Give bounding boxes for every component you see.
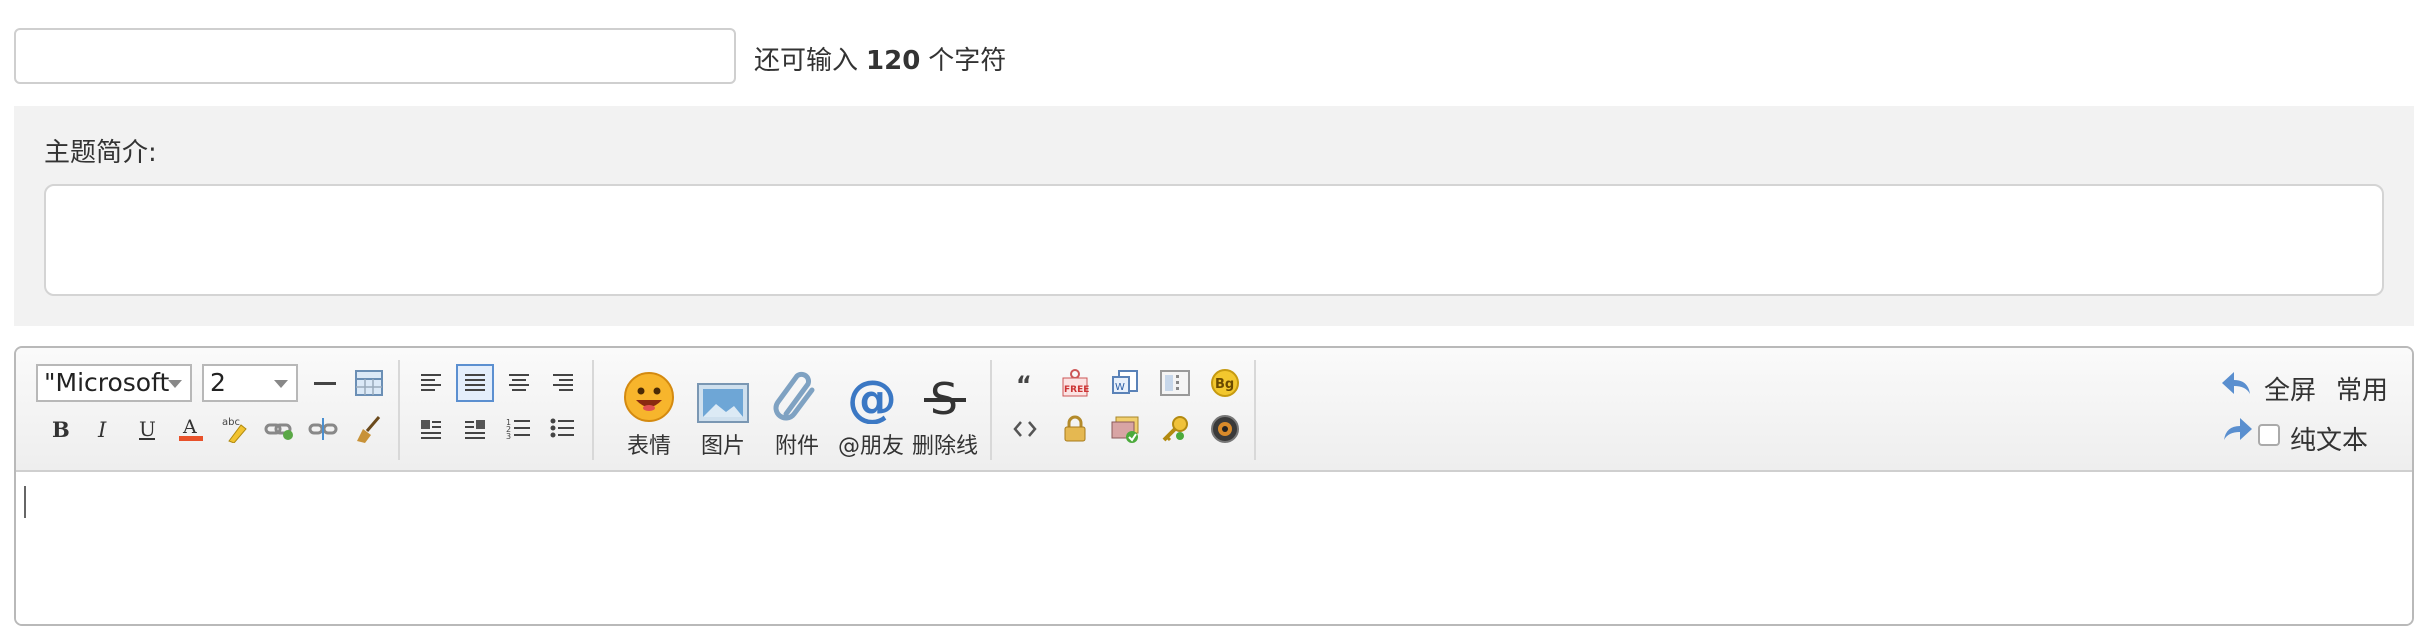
free-content-button[interactable]: FREE xyxy=(1056,364,1094,402)
word-document-icon: W xyxy=(1112,370,1138,394)
editor-toolbar: "Microsoft 2 B I U A abc 123 表情 图片 附件 @ … xyxy=(16,348,2412,472)
smiley-icon xyxy=(624,372,674,422)
font-size-select[interactable]: 2 xyxy=(202,364,298,402)
char-count-value: 120 xyxy=(866,46,921,76)
redo-button[interactable] xyxy=(2218,410,2256,448)
columns-icon xyxy=(1160,370,1190,396)
paste-word-button[interactable]: W xyxy=(1106,364,1144,402)
lock-icon xyxy=(1064,415,1086,442)
char-hint-suffix: 个字符 xyxy=(928,46,1007,76)
ordered-list-button[interactable]: 123 xyxy=(500,410,538,448)
quote-icon: “ xyxy=(1016,371,1032,395)
hide-content-button[interactable] xyxy=(1056,410,1094,448)
align-left-button[interactable] xyxy=(412,364,450,402)
svg-text:“: “ xyxy=(1016,371,1032,395)
at-icon: @ xyxy=(847,370,897,424)
svg-text:abc: abc xyxy=(222,417,240,428)
unordered-list-button[interactable] xyxy=(544,410,582,448)
align-center-icon xyxy=(509,374,529,391)
char-count-hint: 还可输入 120 个字符 xyxy=(754,40,1006,77)
rich-text-editor: "Microsoft 2 B I U A abc 123 表情 图片 附件 @ … xyxy=(14,346,2414,626)
horizontal-rule-icon xyxy=(314,382,336,385)
image-gallery-button[interactable] xyxy=(1106,410,1144,448)
password-button[interactable] xyxy=(1156,410,1194,448)
undo-icon xyxy=(2222,372,2250,394)
italic-icon: I xyxy=(97,418,107,441)
undo-button[interactable] xyxy=(2218,364,2256,402)
align-justify-icon xyxy=(465,374,485,391)
font-family-select[interactable]: "Microsoft xyxy=(36,364,192,402)
float-left-button[interactable] xyxy=(412,410,450,448)
background-color-button[interactable]: abc xyxy=(216,410,254,448)
quote-button[interactable]: “ xyxy=(1006,364,1044,402)
plain-text-label[interactable]: 纯文本 xyxy=(2290,420,2368,457)
bold-button[interactable]: B xyxy=(40,410,78,448)
unlink-icon xyxy=(308,418,338,440)
bg-icon: Bg xyxy=(1211,369,1239,397)
link-icon xyxy=(264,423,293,440)
float-left-icon xyxy=(421,420,441,439)
svg-text:B: B xyxy=(52,417,70,441)
ordered-list-icon: 123 xyxy=(506,418,530,441)
svg-text:3: 3 xyxy=(506,432,511,441)
table-icon xyxy=(355,370,383,396)
float-right-icon xyxy=(465,420,485,439)
align-justify-button[interactable] xyxy=(456,364,494,402)
svg-text:@: @ xyxy=(847,370,897,424)
background-button[interactable]: Bg xyxy=(1206,364,1244,402)
bold-icon: B xyxy=(52,417,70,441)
fullscreen-button[interactable]: 全屏 xyxy=(2264,370,2316,407)
font-family-value: "Microsoft xyxy=(44,368,170,397)
insert-table-button[interactable] xyxy=(350,364,388,402)
float-right-button[interactable] xyxy=(456,410,494,448)
summary-input[interactable] xyxy=(44,184,2384,296)
code-icon xyxy=(1013,421,1037,437)
strikethrough-icon: S xyxy=(924,374,966,424)
italic-button[interactable]: I xyxy=(84,410,122,448)
media-disc-icon xyxy=(1211,415,1239,443)
align-right-button[interactable] xyxy=(544,364,582,402)
insert-link-button[interactable] xyxy=(260,410,298,448)
strikethrough-button[interactable]: S 删除线 xyxy=(908,366,982,460)
editor-content-area[interactable] xyxy=(16,472,2412,624)
unordered-list-icon xyxy=(550,418,574,438)
char-hint-prefix: 还可输入 xyxy=(754,46,859,76)
paperclip-icon xyxy=(773,371,815,421)
svg-text:Bg: Bg xyxy=(1215,377,1234,392)
underline-button[interactable]: U xyxy=(128,410,166,448)
image-icon xyxy=(697,383,749,423)
plain-text-checkbox[interactable] xyxy=(2258,424,2280,446)
svg-text:A: A xyxy=(182,416,197,438)
svg-text:W: W xyxy=(1115,382,1125,393)
broom-icon xyxy=(357,416,381,443)
title-input[interactable] xyxy=(14,28,736,84)
align-center-button[interactable] xyxy=(500,364,538,402)
strikethrough-label: 删除线 xyxy=(911,434,978,459)
page-layout-button[interactable] xyxy=(1156,364,1194,402)
font-color-button[interactable]: A xyxy=(172,410,210,448)
svg-text:FREE: FREE xyxy=(1064,385,1089,395)
align-right-icon xyxy=(553,374,573,391)
free-tag-icon: FREE xyxy=(1062,369,1089,397)
code-button[interactable] xyxy=(1006,410,1044,448)
media-button[interactable] xyxy=(1206,410,1244,448)
common-mode-button[interactable]: 常用 xyxy=(2336,370,2388,407)
redo-icon xyxy=(2224,418,2252,440)
svg-text:I: I xyxy=(97,418,107,441)
align-left-icon xyxy=(421,374,441,391)
gallery-icon xyxy=(1111,416,1139,443)
clear-format-button[interactable] xyxy=(348,410,386,448)
key-icon xyxy=(1162,416,1188,442)
font-size-value: 2 xyxy=(210,368,226,397)
horizontal-rule-button[interactable] xyxy=(306,364,344,402)
summary-panel: 主题简介: xyxy=(14,106,2414,326)
text-caret xyxy=(24,486,26,518)
underline-icon: U xyxy=(139,417,156,441)
remove-link-button[interactable] xyxy=(304,410,342,448)
svg-text:U: U xyxy=(139,417,156,441)
highlighter-icon: abc xyxy=(222,417,247,443)
font-color-icon: A xyxy=(179,416,203,441)
summary-label: 主题简介: xyxy=(44,138,157,168)
